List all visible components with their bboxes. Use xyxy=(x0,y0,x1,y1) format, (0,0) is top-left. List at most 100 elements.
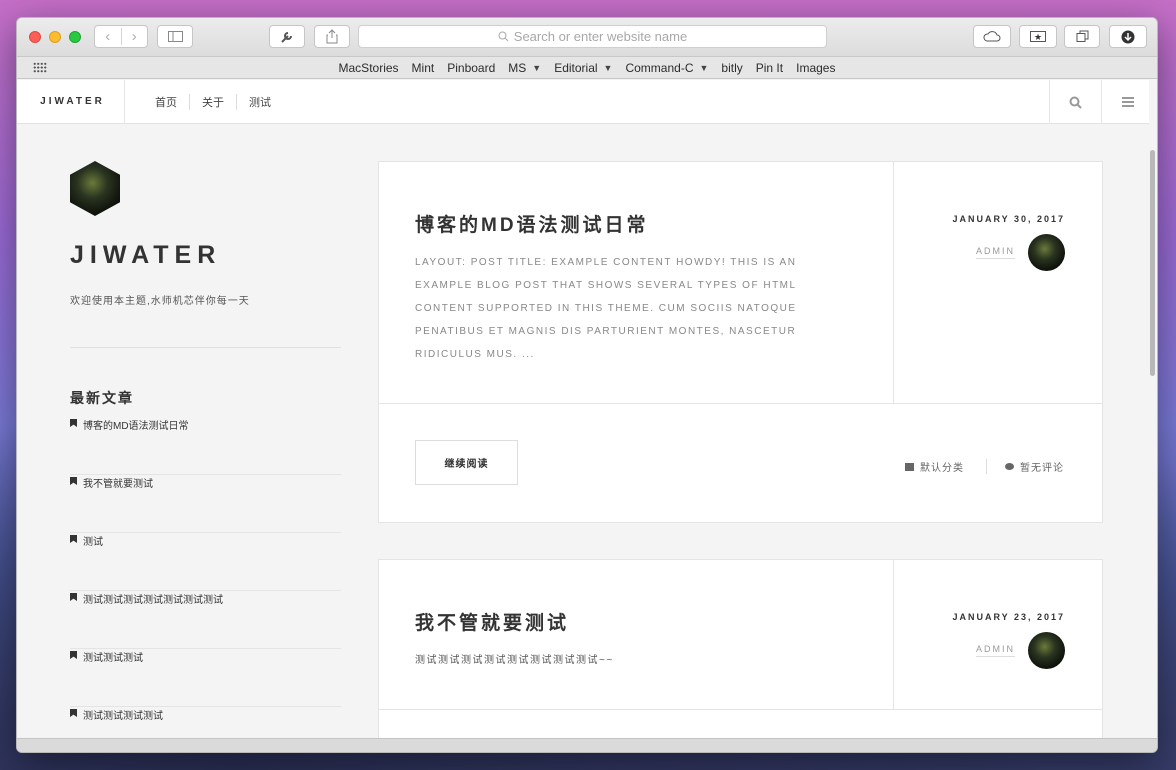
site-search-button[interactable] xyxy=(1049,80,1101,124)
read-more-button[interactable]: 继续阅读 xyxy=(415,440,518,485)
bookmark-label: Editorial xyxy=(554,60,598,75)
browser-toolbar: ‹ › Search or enter website name ★ xyxy=(17,18,1157,57)
bookmark-icon xyxy=(70,593,77,601)
wrench-icon xyxy=(281,31,292,43)
sidebar: JIWATER 欢迎使用本主题,水师机芯伴你每一天 最新文章 博客的MD语法测试… xyxy=(70,161,341,738)
share-button[interactable] xyxy=(314,25,350,48)
forward-arrow-icon[interactable]: › xyxy=(120,28,148,45)
bookmark-bitly[interactable]: bitly xyxy=(721,61,742,75)
post-author: ADMIN xyxy=(894,234,1065,271)
post-footer: 继续阅读 默认分类 暂无评论 xyxy=(379,404,1102,522)
cloud-icon xyxy=(983,31,1001,42)
recent-post-link[interactable]: 测试测试测试测试测试测试测试 xyxy=(70,591,341,649)
downloads-button[interactable] xyxy=(1109,25,1147,48)
tabs-overview-button[interactable] xyxy=(1064,25,1100,48)
close-window-button[interactable] xyxy=(29,31,41,43)
bookmark-label: bitly xyxy=(721,60,743,75)
post-meta: JANUARY 23, 2017 ADMIN xyxy=(894,560,1102,709)
recent-posts-list: 博客的MD语法测试日常 我不管就要测试 测试 测试测试测试测试测试测试测试 测试… xyxy=(70,417,341,738)
top-sites-grid-icon[interactable] xyxy=(33,62,47,73)
comment-icon xyxy=(1005,463,1014,470)
hamburger-icon xyxy=(1121,97,1134,107)
web-page: JIWATER 首页 关于 测试 JIWATER 欢迎使用本主题,水师机芯伴你每… xyxy=(17,80,1149,738)
recent-post-link[interactable]: 测试测试测试 xyxy=(70,649,341,707)
post-card: 博客的MD语法测试日常 Layout: post title: Example … xyxy=(378,161,1103,523)
bookmark-folder-command-c[interactable]: Command-C ▼ xyxy=(625,61,708,75)
minimize-window-button[interactable] xyxy=(49,31,61,43)
menu-item-home[interactable]: 首页 xyxy=(143,94,189,110)
bookmark-folder-editorial[interactable]: Editorial ▼ xyxy=(554,61,612,75)
share-icon xyxy=(326,29,338,44)
post-content: 我不管就要测试 测试测试测试测试测试测试测试测试~~ xyxy=(379,560,894,709)
comments-label: 暂无评论 xyxy=(1020,463,1064,474)
wrench-button[interactable] xyxy=(269,25,305,48)
category-label: 默认分类 xyxy=(920,463,964,474)
recent-post-link[interactable]: 博客的MD语法测试日常 xyxy=(70,417,341,475)
bookmark-pinboard[interactable]: Pinboard xyxy=(447,61,495,75)
bookmark-folder-ms[interactable]: MS ▼ xyxy=(508,61,541,75)
post-category-link[interactable]: 默认分类 xyxy=(905,459,964,474)
page-scrollbar[interactable] xyxy=(1149,80,1157,738)
site-brand-link[interactable]: JIWATER xyxy=(21,80,125,123)
icloud-tabs-button[interactable] xyxy=(973,25,1011,48)
site-menu-button[interactable] xyxy=(1101,80,1149,124)
post-title-link[interactable]: 博客的MD语法测试日常 xyxy=(415,210,857,237)
recent-post-title: 测试测试测试测试 xyxy=(83,711,163,722)
status-bar xyxy=(17,738,1157,752)
bookmark-label: MS xyxy=(508,60,527,75)
post-meta: JANUARY 30, 2017 ADMIN xyxy=(894,162,1102,403)
recent-post-title: 测试 xyxy=(83,537,103,548)
sidebar-site-name: JIWATER xyxy=(70,241,222,269)
sidebar-toggle-button[interactable] xyxy=(157,25,193,48)
bookmark-icon xyxy=(70,419,77,427)
bookmark-icon xyxy=(70,535,77,543)
author-avatar xyxy=(1028,632,1065,669)
reading-list-button[interactable]: ★ xyxy=(1019,25,1057,48)
bookmark-label: Pinboard xyxy=(447,60,496,75)
post-excerpt: Layout: post title: Example content Howd… xyxy=(415,257,797,360)
scrollbar-thumb[interactable] xyxy=(1150,150,1155,376)
bookmark-icon xyxy=(70,477,77,485)
recent-post-link[interactable]: 测试测试测试测试 xyxy=(70,707,341,738)
menu-item-test[interactable]: 测试 xyxy=(236,93,283,110)
post-comments-link[interactable]: 暂无评论 xyxy=(986,459,1064,474)
recent-post-title: 测试测试测试测试测试测试测试 xyxy=(83,595,223,606)
bookmark-icon xyxy=(70,651,77,659)
post-header: 博客的MD语法测试日常 Layout: post title: Example … xyxy=(379,162,1102,404)
zoom-window-button[interactable] xyxy=(69,31,81,43)
bookmark-icon xyxy=(70,709,77,717)
menu-item-about[interactable]: 关于 xyxy=(189,93,236,110)
bookmark-macstories[interactable]: MacStories xyxy=(339,61,399,75)
download-icon xyxy=(1121,30,1135,43)
bookmark-pin-it[interactable]: Pin It xyxy=(756,61,783,75)
bookmarks-bar: MacStories Mint Pinboard MS ▼ Editorial ▼ … xyxy=(17,57,1157,79)
search-icon xyxy=(498,31,509,42)
back-arrow-icon[interactable]: ‹ xyxy=(95,28,121,45)
post-date: JANUARY 30, 2017 xyxy=(952,214,1065,224)
tabs-icon xyxy=(1076,30,1088,42)
author-link[interactable]: ADMIN xyxy=(976,246,1015,259)
window-controls xyxy=(29,31,81,43)
post-title-link[interactable]: 我不管就要测试 xyxy=(415,608,857,635)
bookmark-images[interactable]: Images xyxy=(796,61,835,75)
bookmark-mint[interactable]: Mint xyxy=(412,61,435,75)
author-avatar xyxy=(1028,234,1065,271)
recent-post-link[interactable]: 测试 xyxy=(70,533,341,591)
chevron-down-icon: ▼ xyxy=(699,62,709,73)
svg-text:★: ★ xyxy=(1034,32,1042,42)
star-icon: ★ xyxy=(1030,31,1046,42)
address-bar[interactable]: Search or enter website name xyxy=(358,25,827,48)
post-tags: 默认分类 暂无评论 xyxy=(905,459,1064,474)
site-logo-avatar xyxy=(70,161,120,216)
recent-post-title: 测试测试测试 xyxy=(83,653,143,664)
bookmark-label: Command-C xyxy=(625,60,694,75)
address-placeholder: Search or enter website name xyxy=(513,29,688,44)
site-menu: 首页 关于 测试 xyxy=(125,80,283,123)
post-card: 我不管就要测试 测试测试测试测试测试测试测试测试~~ JANUARY 23, 2… xyxy=(378,559,1103,738)
author-link[interactable]: ADMIN xyxy=(976,644,1015,657)
folder-icon xyxy=(905,462,914,471)
recent-post-link[interactable]: 我不管就要测试 xyxy=(70,475,341,533)
site-header: JIWATER 首页 关于 测试 xyxy=(17,80,1149,124)
sidebar-divider xyxy=(70,347,341,348)
chevron-down-icon: ▼ xyxy=(603,62,613,73)
